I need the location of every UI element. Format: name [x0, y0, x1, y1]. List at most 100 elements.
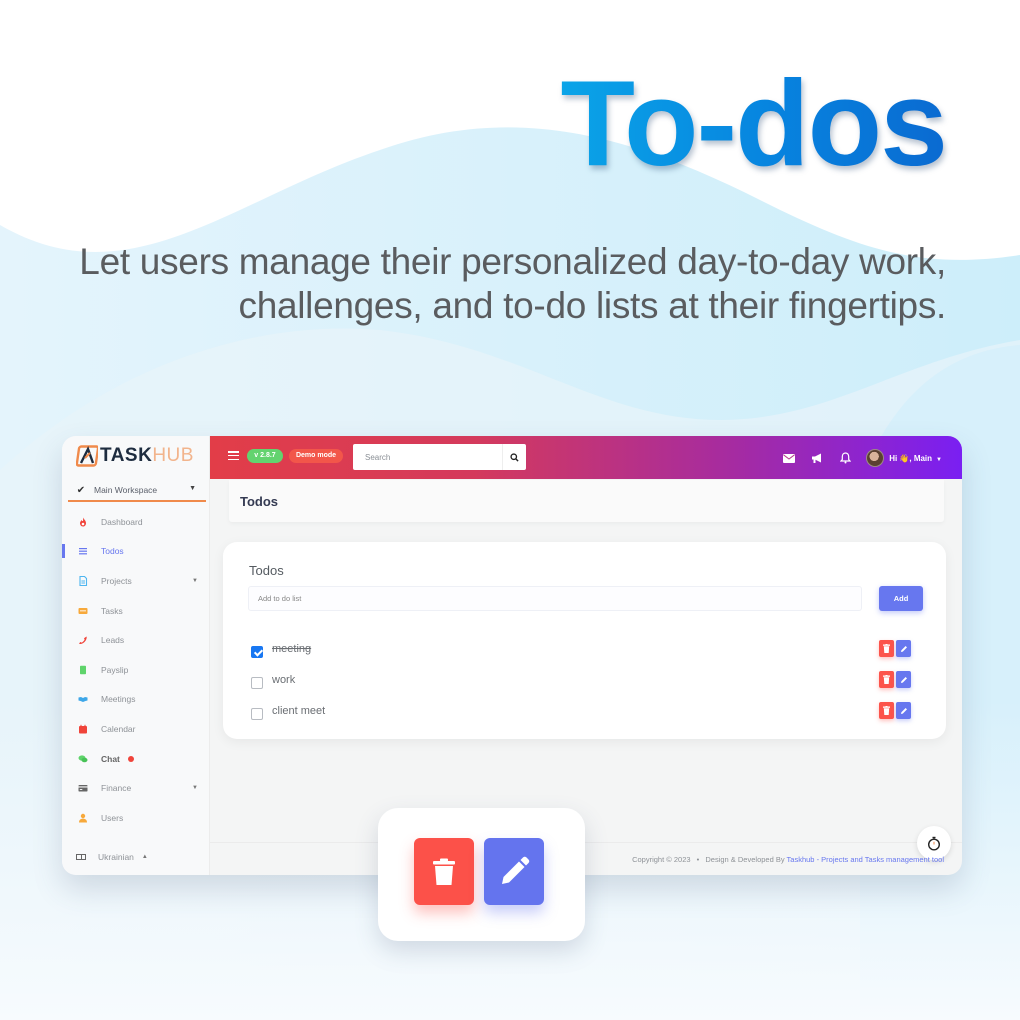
hero-title: To-dos [560, 55, 948, 191]
hero-subtitle-line-2: challenges, and to-do lists at their fin… [238, 285, 947, 326]
sidebar-item-calendar[interactable]: Calendar [62, 714, 210, 744]
stopwatch-icon [927, 836, 941, 851]
sidebar-item-payslip[interactable]: Payslip [62, 655, 210, 685]
todo-checkbox[interactable] [251, 708, 263, 720]
edit-todo-button[interactable] [896, 671, 911, 688]
pencil-icon [900, 645, 907, 652]
todo-checkbox[interactable] [251, 646, 263, 658]
todo-checkbox[interactable] [251, 677, 263, 689]
pencil-icon [900, 707, 907, 714]
todo-item: work [251, 671, 923, 693]
hero-subtitle-line-1: Let users manage their personalized day-… [79, 241, 946, 282]
designed-by-text: Design & Developed By [705, 855, 785, 864]
delete-todo-button[interactable] [879, 640, 894, 657]
delete-button-large[interactable] [414, 838, 474, 905]
logo[interactable]: TASK HUB [76, 445, 194, 467]
language-selector[interactable]: Ukrainian ▲ [76, 849, 206, 865]
add-todo-button[interactable]: Add [879, 586, 923, 611]
hamburger-icon-line [228, 458, 239, 461]
caret-down-icon: ▼ [192, 785, 198, 792]
phone-icon [79, 636, 87, 645]
card-icon [78, 785, 88, 792]
notification-dot [127, 755, 134, 762]
sidebar-item-label: Tasks [101, 605, 123, 616]
hero-subtitle: Let users manage their personalized day-… [6, 240, 946, 328]
sidebar-item-label: Users [101, 812, 124, 823]
chat-icon [78, 754, 88, 762]
todo-label: meeting [272, 643, 312, 655]
caret-down-icon: ▼ [936, 456, 942, 463]
language-label: Ukrainian [98, 852, 134, 862]
calendar-icon [79, 724, 87, 734]
pencil-icon [900, 676, 907, 683]
file-icon [79, 575, 88, 586]
sidebar-nav: Dashboard Todos Projects ▼ Tasks Leads P… [62, 507, 210, 833]
copyright-text: Copyright © 2023 [632, 855, 691, 864]
tasks-icon [78, 607, 88, 614]
search-button[interactable] [502, 444, 526, 470]
sidebar-item-label: Leads [101, 635, 125, 646]
announcements-button[interactable] [810, 451, 824, 465]
sidebar-item-label: Finance [101, 783, 132, 794]
delete-todo-button[interactable] [879, 702, 894, 719]
list-icon [79, 548, 87, 555]
footer-link[interactable]: Taskhub - Projects and Tasks management … [787, 855, 944, 864]
edit-todo-button[interactable] [896, 640, 911, 657]
trash-icon [433, 858, 455, 885]
envelope-icon [783, 453, 796, 463]
workspace-name: Main Workspace [94, 485, 158, 495]
sidebar-item-chat[interactable]: Chat [62, 744, 210, 774]
page-title: Todos [240, 493, 279, 509]
sidebar-item-meetings[interactable]: Meetings [62, 685, 210, 715]
trash-icon [883, 675, 890, 684]
menu-toggle-button[interactable] [228, 451, 239, 461]
messages-button[interactable] [782, 451, 796, 465]
sidebar-item-projects[interactable]: Projects ▼ [62, 566, 210, 596]
sidebar-item-tasks[interactable]: Tasks [62, 596, 210, 626]
search-box [353, 444, 526, 470]
sidebar-item-label: Chat [101, 753, 120, 764]
workspace-selector[interactable]: ✔ Main Workspace ▼ [68, 480, 206, 502]
notifications-button[interactable] [838, 451, 852, 465]
sidebar-item-label: Calendar [101, 723, 136, 734]
user-menu[interactable]: Hi 👋, Main ▼ [889, 454, 942, 463]
demo-mode-badge: Demo mode [289, 449, 343, 463]
navbar-actions: Hi 👋, Main ▼ [768, 448, 942, 468]
payslip-icon [80, 665, 86, 674]
sidebar-item-label: Dashboard [101, 516, 143, 527]
user-icon [79, 813, 87, 823]
check-icon: ✔ [76, 484, 86, 496]
handshake-icon [78, 697, 88, 703]
footer-divider [210, 842, 962, 843]
sidebar-item-users[interactable]: Users [62, 803, 210, 833]
user-avatar[interactable] [866, 449, 885, 467]
footer-separator: • [696, 855, 700, 864]
hamburger-icon-line [228, 451, 239, 453]
megaphone-icon [812, 453, 822, 463]
sidebar-item-label: Payslip [101, 664, 129, 675]
hamburger-icon-line [228, 454, 239, 457]
edit-todo-button[interactable] [896, 702, 911, 719]
sidebar-item-dashboard[interactable]: Dashboard [62, 507, 210, 537]
version-badge: v 2.8.7 [247, 449, 283, 463]
sidebar-item-leads[interactable]: Leads [62, 625, 210, 655]
todo-item: meeting [251, 640, 923, 662]
add-todo-input[interactable] [248, 586, 862, 611]
caret-down-icon: ▼ [189, 485, 196, 492]
delete-todo-button[interactable] [879, 671, 894, 688]
caret-down-icon: ▼ [192, 577, 198, 584]
logo-icon [76, 445, 98, 467]
footer: Copyright © 2023 • Design & Developed By… [632, 855, 944, 864]
fire-icon [80, 517, 86, 527]
caret-up-icon: ▲ [141, 854, 148, 860]
todo-label: work [272, 674, 296, 686]
sidebar-item-todos[interactable]: Todos [62, 537, 210, 567]
sidebar: TASK HUB ✔ Main Workspace ▼ Dashboard To… [62, 436, 210, 875]
todos-card: Todos Add meeting work client me [223, 542, 946, 739]
logo-text-light: HUB [152, 445, 194, 466]
sidebar-item-label: Meetings [101, 694, 136, 705]
search-input[interactable] [353, 444, 502, 470]
language-icon [76, 854, 86, 860]
sidebar-item-finance[interactable]: Finance ▼ [62, 773, 210, 803]
edit-button-large[interactable] [484, 838, 544, 905]
